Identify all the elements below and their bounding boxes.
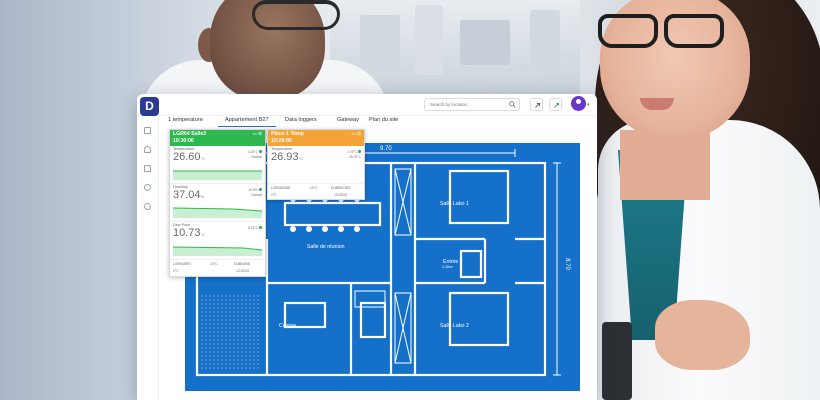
room-salle-labo-1[interactable]: Salle Labo 1	[440, 201, 469, 207]
temperature-sparkline	[173, 170, 262, 180]
sensor-card-header: Pièce 1 Temp 10:29:00 ▭ ⚙	[268, 130, 364, 146]
battery-icon: ▭ ⚙	[351, 131, 361, 136]
app-logo[interactable]: D	[140, 97, 159, 116]
open-external-button[interactable]	[549, 98, 562, 111]
sensor-card-lgr64[interactable]: LGR64 Salle2 10:30:00 ▭ ⚙ Temperature 26…	[169, 129, 266, 277]
sensor-card-header: LGR64 Salle2 10:30:00 ▭ ⚙	[170, 130, 265, 146]
sensor-card-footer: LGR0D0068 10°C DUBSN7892 1°C 10:29:00	[268, 184, 364, 202]
share-icon	[535, 102, 541, 108]
external-link-icon	[554, 102, 560, 108]
user-icon[interactable]	[144, 146, 151, 153]
metric-dew-point: Dew Point 10.73°C 8.18°C	[170, 222, 265, 260]
footer-sub-right: 10:29:00	[334, 193, 348, 197]
app-window: D Search by location... ▾ 1 temperature …	[137, 94, 597, 400]
sensor-card-footer: LGR64SRD 10°C DUBNS98 1°C 10:30:00	[170, 260, 265, 278]
footer-sub-left: 1°C	[271, 193, 277, 197]
tab-bar: 1 temperature Appartement B27 Data logge…	[159, 113, 595, 127]
tab-appartement-b27[interactable]: Appartement B27	[218, 113, 276, 127]
room-cuisine[interactable]: Cuisine	[279, 323, 296, 329]
dimension-right: 8.70	[563, 258, 570, 270]
avatar[interactable]	[571, 96, 586, 111]
tab-gateway[interactable]: Gateway	[337, 113, 359, 127]
search-input[interactable]: Search by location...	[424, 98, 520, 111]
sensor-time: 10:30:00	[173, 138, 194, 144]
footer-sub-left: 1°C	[173, 269, 179, 273]
footer-threshold: 10°C	[310, 186, 318, 190]
sensor-name: Pièce 1 Temp	[271, 131, 304, 137]
footer-threshold: 10°C	[210, 262, 218, 266]
footer-sub-right: 10:30:00	[236, 269, 250, 273]
background-man-glasses	[252, 0, 340, 30]
metric-side: 8.18°C	[248, 226, 262, 231]
metric-temperature: Temperature 26.60°C 4.25°C Normal	[170, 146, 265, 184]
background-tablet	[602, 322, 632, 400]
footer-logger-id: LGR0D0068	[271, 186, 290, 190]
settings-icon[interactable]	[144, 184, 151, 191]
room-salle-de-reunion[interactable]: Salle de réunion	[307, 244, 345, 250]
background-woman-hand	[655, 300, 750, 370]
location-icon[interactable]	[144, 203, 151, 210]
grid-icon[interactable]	[144, 127, 151, 134]
background-woman-glasses	[598, 14, 728, 48]
room-salle-labo-2[interactable]: Salle Labo 2	[440, 323, 469, 329]
sensor-name: LGR64 Salle2	[173, 131, 207, 137]
tab-temperature[interactable]: 1 temperature	[168, 113, 203, 127]
chevron-down-icon[interactable]: ▾	[587, 102, 590, 108]
sensor-time: 10:29:00	[271, 138, 292, 144]
metric-humidity: Humidity 37.04% 40.8% Normal	[170, 184, 265, 222]
sidebar	[137, 116, 159, 400]
footer-gateway-id: DUBSN7892	[331, 186, 351, 190]
metric-temperature: Temperature 26.93°C 4.75°C 26.93°C	[268, 146, 364, 184]
search-icon	[509, 101, 516, 108]
tab-plan-du-site[interactable]: Plan du site	[369, 113, 398, 127]
room-entree-area: 1.45m²	[442, 265, 453, 269]
share-button[interactable]	[530, 98, 543, 111]
dew-point-sparkline	[173, 246, 262, 256]
search-placeholder: Search by location...	[430, 102, 471, 107]
battery-icon: ▭ ⚙	[252, 131, 262, 136]
calendar-icon[interactable]	[144, 165, 151, 172]
background-woman-neck	[620, 130, 710, 200]
footer-logger-id: LGR64SRD	[173, 262, 191, 266]
humidity-sparkline	[173, 207, 262, 218]
sensor-card-piece-1[interactable]: Pièce 1 Temp 10:29:00 ▭ ⚙ Temperature 26…	[267, 129, 365, 200]
dimension-top: 9.70	[380, 146, 392, 152]
tab-data-loggers[interactable]: Data loggers	[285, 113, 317, 127]
metric-side: 4.75°C 26.93°C	[346, 150, 361, 159]
metric-side: 40.8% Normal	[248, 188, 262, 197]
metric-side: 4.25°C Normal	[247, 150, 262, 159]
footer-gateway-id: DUBNS98	[234, 262, 250, 266]
